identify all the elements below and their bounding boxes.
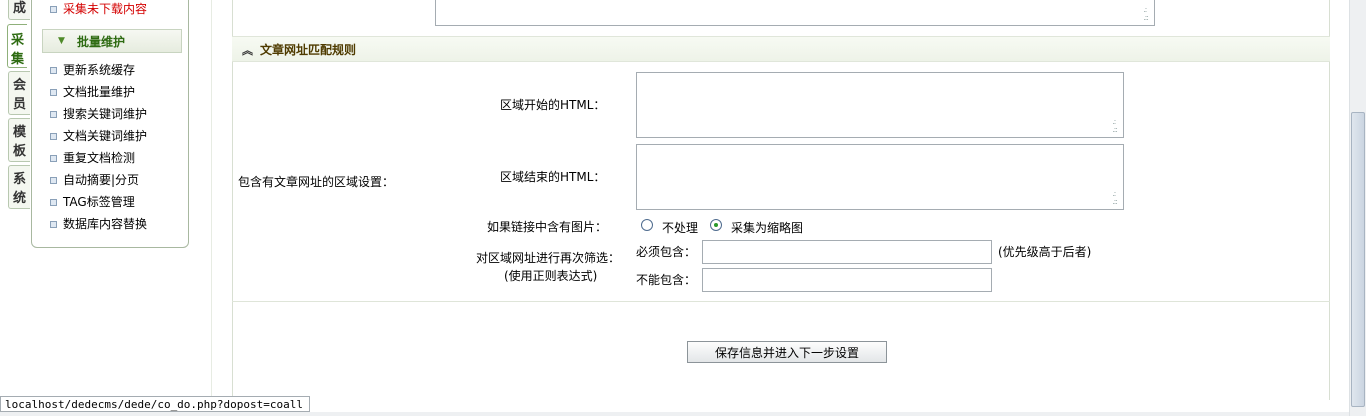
resize-grip-icon: .:.:: [1112, 117, 1118, 134]
regex-hint: (使用正则表达式) [504, 269, 598, 283]
resize-grip-icon: .:.:: [1143, 5, 1149, 22]
must-contain-label: 必须包含： [636, 245, 697, 259]
menu-group-label: 批量维护 [77, 35, 126, 49]
side-tab-member[interactable]: 会员 [8, 71, 30, 115]
menu-item-label: TAG标签管理 [63, 195, 135, 209]
side-tab-label: 成 [12, 1, 26, 16]
bullet-icon [50, 221, 57, 228]
must-contain-input[interactable] [702, 240, 992, 264]
menu-item-label: 重复文档检测 [63, 151, 136, 165]
bullet-icon [50, 177, 57, 184]
chevron-up-double-icon[interactable]: ︽ [242, 42, 253, 58]
start-html-label: 区域开始的HTML： [500, 98, 606, 112]
status-bar-url: localhost/dedecms/dede/co_do.php?dopost=… [0, 396, 311, 412]
bullet-icon [50, 6, 57, 13]
side-tab-collect[interactable]: 采集 [7, 24, 27, 68]
save-next-button[interactable]: 保存信息并进入下一步设置 [687, 341, 887, 363]
resize-grip-icon: .:.:: [1112, 189, 1118, 206]
side-tab-label: 会员 [13, 78, 27, 112]
menu-item-label: 采集未下载内容 [63, 2, 148, 16]
bullet-icon [50, 111, 57, 118]
end-html-textarea[interactable]: .:.:: [636, 144, 1124, 210]
side-tab-label: 采集 [11, 33, 25, 67]
cannot-contain-input[interactable] [702, 268, 992, 292]
menu-item-label: 自动摘要|分页 [63, 173, 140, 187]
cannot-contain-label: 不能包含： [636, 273, 697, 287]
menu-item-label: 更新系统缓存 [63, 63, 136, 77]
side-tab-1[interactable]: 成 [8, 0, 30, 20]
side-tab-system[interactable]: 系统 [8, 165, 30, 209]
horizontal-scrollbar[interactable] [0, 412, 1349, 416]
collapse-arrow-icon: ▼ [58, 36, 65, 46]
menu-item-label: 数据库内容替换 [63, 217, 148, 231]
start-html-textarea[interactable]: .:.:: [636, 72, 1124, 138]
priority-note: (优先级高于后者) [998, 245, 1092, 259]
bullet-icon [50, 89, 57, 96]
previous-textarea[interactable]: .:.:: [435, 0, 1155, 26]
end-html-label: 区域结束的HTML： [500, 170, 606, 184]
image-link-label: 如果链接中含有图片： [487, 220, 608, 234]
section-header: ︽ 文章网址匹配规则 [232, 36, 1330, 62]
menu-item-label: 文档批量维护 [63, 85, 136, 99]
side-menu: 采集未下载内容 ▼ 批量维护 更新系统缓存 文档批量维护 搜索关键词维护 文档关… [31, 0, 189, 248]
side-tab-strip: 成 采集 会员 模板 系统 [0, 0, 32, 416]
side-tab-label: 系统 [13, 172, 27, 206]
side-tab-template[interactable]: 模板 [8, 118, 30, 162]
radio-thumbnail-label: 采集为缩略图 [731, 221, 804, 235]
bullet-icon [50, 133, 57, 140]
section-title: 文章网址匹配规则 [260, 43, 357, 57]
scrollbar-thumb[interactable] [1351, 112, 1365, 407]
divider [232, 301, 1330, 302]
bullet-icon [50, 67, 57, 74]
radio-no-process-label: 不处理 [662, 221, 699, 235]
vertical-scrollbar[interactable] [1349, 0, 1366, 416]
region-settings-label: 包含有文章网址的区域设置： [238, 175, 395, 189]
bullet-icon [50, 199, 57, 206]
bullet-icon [50, 155, 57, 162]
menu-item-label: 搜索关键词维护 [63, 107, 148, 121]
menu-group-batch[interactable]: ▼ 批量维护 [42, 29, 182, 53]
radio-thumbnail[interactable] [710, 219, 722, 231]
frame-divider[interactable] [211, 0, 212, 416]
frame-gutter [190, 0, 212, 416]
radio-no-process[interactable] [641, 219, 653, 231]
filter-label: 对区域网址进行再次筛选： [476, 251, 621, 265]
side-tab-label: 模板 [13, 125, 27, 159]
menu-item-label: 文档关键词维护 [63, 129, 148, 143]
